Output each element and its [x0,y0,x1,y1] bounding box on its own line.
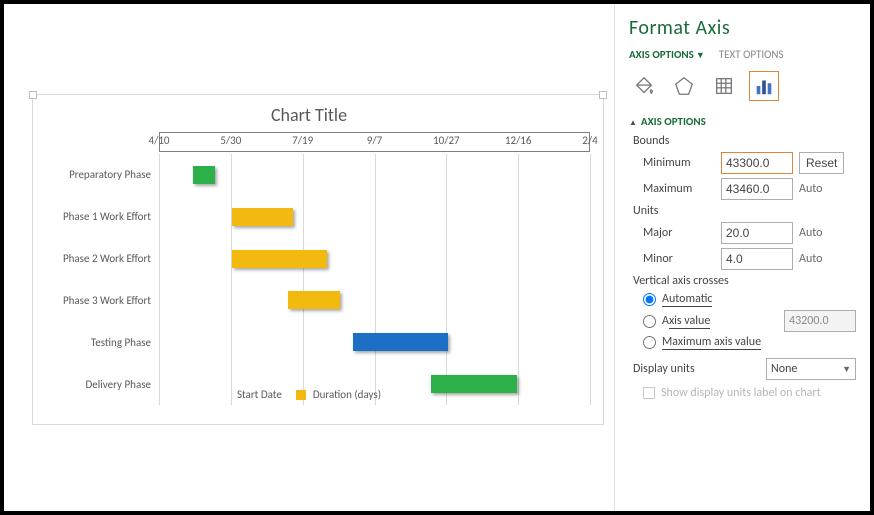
units-label: Units [633,204,856,218]
legend-startdate-label: Start Date [237,388,282,401]
category-label: Phase 3 Work Effort [29,294,159,307]
combo-arrow-icon: ▼ [842,364,851,375]
maximum-label: Maximum [643,182,715,196]
gantt-bar[interactable] [353,333,448,351]
legend-duration-label: Duration (days) [313,388,381,401]
axis-tick: 10/27 [433,134,460,147]
size-properties-icon[interactable] [709,71,739,101]
plot-area: Preparatory PhasePhase 1 Work EffortPhas… [159,154,590,405]
section-axis-options[interactable]: ▲AXIS OPTIONS [629,115,856,128]
radio-automatic[interactable]: Automatic [643,292,856,307]
gantt-bar[interactable] [232,250,327,268]
radio-axis-value[interactable]: Axis value43200.0 [643,310,856,332]
axis-options-icon[interactable] [749,71,779,101]
minimum-label: Minimum [643,156,715,170]
chart-legend[interactable]: Start Date Duration (days) [4,388,614,401]
bounds-label: Bounds [633,134,856,148]
maximum-auto-label: Auto [799,182,835,196]
category-label: Phase 1 Work Effort [29,210,159,223]
gantt-bar[interactable] [193,166,215,184]
checkbox-icon [643,387,655,399]
chart-pane: Chart Title 4/10 5/30 7/19 9/7 10/27 12/16 2/4… [4,4,614,511]
minimum-input[interactable] [721,152,793,174]
axis-tick: 2/4 [582,134,597,147]
panel-title: Format Axis [629,16,856,40]
dropdown-caret-icon: ▼ [696,50,705,61]
chart-title[interactable]: Chart Title [4,104,614,126]
maximum-input[interactable] [721,178,793,200]
fill-icon[interactable] [629,71,659,101]
category-row: Phase 2 Work Effort [29,238,590,280]
category-label: Testing Phase [29,336,159,349]
gantt-bar[interactable] [232,208,292,226]
minor-auto-label: Auto [799,252,835,266]
legend-swatch-icon [296,390,306,400]
vertical-axis-crosses-label: Vertical axis crosses [633,274,856,288]
reset-button[interactable]: Reset [799,152,844,174]
gantt-bar[interactable] [288,291,340,309]
panel-iconbar [629,71,856,101]
effects-icon[interactable] [669,71,699,101]
panel-tabs: AXIS OPTIONS▼ TEXT OPTIONS [629,48,856,61]
minor-input[interactable] [721,248,793,270]
category-label: Phase 2 Work Effort [29,252,159,265]
axis-tick: 4/10 [149,134,170,147]
axis-tick: 9/7 [367,134,382,147]
category-row: Preparatory Phase [29,154,590,196]
axis-value-display: 43200.0 [784,310,856,332]
tab-axis-options[interactable]: AXIS OPTIONS▼ [629,48,705,61]
category-row: Testing Phase [29,321,590,363]
category-label: Preparatory Phase [29,168,159,181]
radio-max-axis-value[interactable]: Maximum axis value [643,335,856,350]
axis-tick-labels: 4/105/307/199/710/2712/162/4 [159,134,590,152]
category-row: Phase 3 Work Effort [29,280,590,322]
tab-text-options[interactable]: TEXT OPTIONS [719,48,784,61]
major-auto-label: Auto [799,226,835,240]
major-input[interactable] [721,222,793,244]
display-units-combo[interactable]: None▼ [766,358,856,380]
axis-tick: 12/16 [505,134,532,147]
axis-tick: 7/19 [292,134,313,147]
collapse-triangle-icon: ▲ [629,118,637,128]
show-units-label-checkbox: Show display units label on chart [643,386,856,400]
category-row: Phase 1 Work Effort [29,196,590,238]
axis-tick: 5/30 [220,134,241,147]
display-units-label: Display units [633,362,695,376]
format-axis-panel: Format Axis AXIS OPTIONS▼ TEXT OPTIONS ▲… [614,4,870,511]
minor-label: Minor [643,252,715,266]
major-label: Major [643,226,715,240]
gridline [590,154,591,405]
app-frame: Chart Title 4/10 5/30 7/19 9/7 10/27 12/16 2/4… [0,0,874,515]
